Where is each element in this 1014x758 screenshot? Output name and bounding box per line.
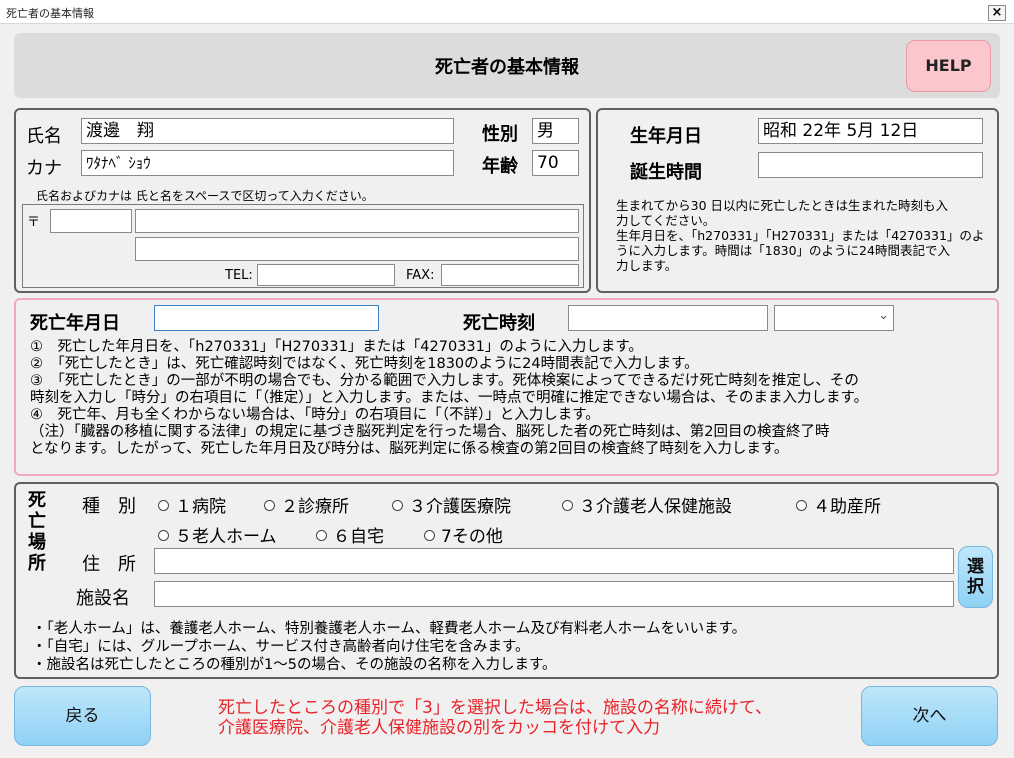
birth-note-line: 生年月日を、「h270331」「H270331」または「4270331」のよ	[616, 228, 985, 243]
select-place-button[interactable]: 選 択	[958, 546, 993, 608]
death-time-label: 死亡時刻	[463, 313, 535, 334]
name-input[interactable]: 渡邊 翔	[81, 118, 454, 144]
select-button-char: 選	[967, 557, 984, 577]
radio-circle-icon	[796, 500, 807, 511]
radio-circle-icon	[316, 530, 327, 541]
sex-label: 性別	[482, 124, 518, 145]
window-title: 死亡者の基本情報	[6, 7, 94, 20]
radio-label: １病院	[175, 497, 226, 517]
footer-warning: 死亡したところの種別で「3」を選択した場合は、施設の名称に続けて、 介護医療院、…	[218, 698, 772, 738]
tel-label: TEL:	[225, 268, 253, 283]
section-label-char: 亡	[28, 511, 46, 532]
birth-time-label: 誕生時間	[630, 162, 702, 183]
radio-circle-icon	[562, 500, 573, 511]
radio-elderly-home[interactable]: ５老人ホーム	[158, 522, 277, 547]
place-note-line: ・「老人ホーム」は、養護老人ホーム、特別養護老人ホーム、軽費老人ホーム及び有料老…	[32, 621, 747, 637]
death-panel: 死亡年月日 死亡時刻 ⌄ ① 死亡した年月日を、「h270331」「H27033…	[14, 298, 999, 476]
birth-panel: 生年月日 昭和 22年 5月 12日 誕生時間 生まれてから30 日以内に死亡し…	[596, 108, 999, 293]
radio-other[interactable]: 7その他	[424, 522, 503, 547]
radio-label: ４助産所	[813, 497, 881, 517]
radio-home[interactable]: ６自宅	[316, 522, 384, 547]
facility-name-input[interactable]	[154, 581, 954, 607]
radio-label: ３介護老人保健施設	[579, 497, 732, 517]
birth-date-input[interactable]: 昭和 22年 5月 12日	[758, 118, 983, 144]
radio-label: ６自宅	[333, 527, 384, 547]
help-button[interactable]: HELP	[906, 40, 991, 92]
section-label-char: 死	[28, 490, 46, 511]
name-hint: 氏名およびカナは 氏と名をスペースで区切って入力ください。	[36, 189, 374, 203]
radio-clinic[interactable]: ２診療所	[264, 492, 349, 517]
facility-name-label: 施設名	[76, 588, 130, 609]
place-notes: ・「老人ホーム」は、養護老人ホーム、特別養護老人ホーム、軽費老人ホーム及び有料老…	[32, 620, 746, 674]
place-note-line: ・「自宅」には、グループホーム、サービス付き高齢者向け住宅を含みます。	[32, 639, 530, 655]
radio-label: 7その他	[441, 527, 503, 547]
radio-hospital[interactable]: １病院	[158, 492, 226, 517]
birth-note-line: 力してください。	[616, 213, 716, 228]
death-time-select[interactable]: ⌄	[774, 305, 894, 331]
radio-circle-icon	[264, 500, 275, 511]
radio-midwife[interactable]: ４助産所	[796, 492, 881, 517]
address-box: 〒 TEL: FAX:	[22, 204, 584, 288]
birth-notes: 生まれてから30 日以内に死亡したときは生まれた時刻も入 力してください。 生年…	[616, 198, 984, 273]
address-line2-input[interactable]	[135, 237, 579, 261]
place-kind-label: 種 別	[82, 496, 136, 517]
section-label-char: 場	[28, 532, 46, 553]
place-address-input[interactable]	[154, 548, 954, 574]
radio-circle-icon	[158, 530, 169, 541]
chevron-down-icon: ⌄	[878, 308, 889, 323]
death-note-line: ② 「死亡したとき」は、死亡確認時刻ではなく、死亡時刻を1830のように24時間…	[30, 356, 699, 372]
death-date-input[interactable]	[154, 305, 379, 331]
death-place-section-label: 死 亡 場 所	[28, 490, 46, 574]
window-title-bar: 死亡者の基本情報 ×	[0, 0, 1014, 24]
kana-input[interactable]: ﾜﾀﾅﾍﾞ ｼｮｳ	[81, 150, 454, 176]
radio-label: ２診療所	[281, 497, 349, 517]
death-note-line: 時刻を入力し「時分」の右項目に「（推定）」と入力します。または、一時点で明確に推…	[30, 390, 869, 406]
birth-note-line: 力します。	[616, 258, 678, 273]
death-time-input[interactable]	[568, 305, 768, 331]
birth-date-label: 生年月日	[630, 126, 702, 147]
age-label: 年齢	[482, 156, 518, 177]
birth-time-input[interactable]	[758, 152, 983, 178]
person-panel: 氏名 渡邊 翔 性別 男 カナ ﾜﾀﾅﾍﾞ ｼｮｳ 年齢 70 氏名およびカナは…	[14, 108, 591, 293]
death-notes: ① 死亡した年月日を、「h270331」「H270331」または「4270331…	[30, 339, 868, 458]
death-note-line: ③ 「死亡したとき」の一部が不明の場合でも、分かる範囲で入力します。死体検案によ…	[30, 373, 859, 389]
radio-circle-icon	[424, 530, 435, 541]
address-line1-input[interactable]	[135, 209, 579, 233]
death-note-line: ① 死亡した年月日を、「h270331」「H270331」または「4270331…	[30, 339, 643, 355]
warning-line: 介護医療院、介護老人保健施設の別をカッコを付けて入力	[218, 718, 660, 738]
select-button-char: 択	[967, 577, 984, 597]
name-label: 氏名	[26, 126, 62, 147]
death-place-panel: 死 亡 場 所 種 別 １病院 ２診療所 ３介護医療院 ３介護老人保健施設 ４助…	[14, 482, 999, 679]
age-input[interactable]: 70	[532, 150, 579, 176]
death-note-line: となります。したがって、死亡した年月日及び時分は、脳死判定に係る検査の第2回目の…	[30, 441, 789, 457]
sex-input[interactable]: 男	[532, 118, 579, 144]
kana-label: カナ	[26, 158, 62, 179]
postal-mark: 〒	[27, 215, 41, 230]
next-button[interactable]: 次へ	[861, 686, 998, 746]
birth-note-line: 生まれてから30 日以内に死亡したときは生まれた時刻も入	[616, 198, 949, 213]
fax-input[interactable]	[441, 264, 579, 286]
back-button[interactable]: 戻る	[14, 686, 151, 746]
radio-label: ５老人ホーム	[175, 527, 277, 547]
death-date-label: 死亡年月日	[30, 313, 120, 334]
radio-circle-icon	[392, 500, 403, 511]
fax-label: FAX:	[406, 268, 435, 283]
death-note-line: （注）「臓器の移植に関する法律」の規定に基づき脳死判定を行った場合、脳死した者の…	[30, 424, 830, 440]
page-header: 死亡者の基本情報 HELP	[14, 33, 1000, 98]
radio-label: ３介護医療院	[409, 497, 511, 517]
postal-code-input[interactable]	[50, 209, 132, 233]
birth-note-line: うに入力します。時間は「1830」のように24時間表記で入	[616, 243, 950, 258]
radio-care-medical[interactable]: ３介護医療院	[392, 492, 511, 517]
radio-care-health[interactable]: ３介護老人保健施設	[562, 492, 732, 517]
warning-line: 死亡したところの種別で「3」を選択した場合は、施設の名称に続けて、	[218, 698, 772, 718]
death-note-line: ④ 死亡年、月も全くわからない場合は、「時分」の右項目に「（不詳）」と入力します…	[30, 407, 600, 423]
close-icon[interactable]: ×	[988, 5, 1006, 21]
place-note-line: ・施設名は死亡したところの種別が1～5の場合、その施設の名称を入力します。	[32, 657, 557, 673]
tel-input[interactable]	[257, 264, 395, 286]
place-address-label: 住 所	[82, 554, 136, 575]
radio-circle-icon	[158, 500, 169, 511]
page-title: 死亡者の基本情報	[435, 57, 579, 78]
section-label-char: 所	[28, 553, 46, 574]
